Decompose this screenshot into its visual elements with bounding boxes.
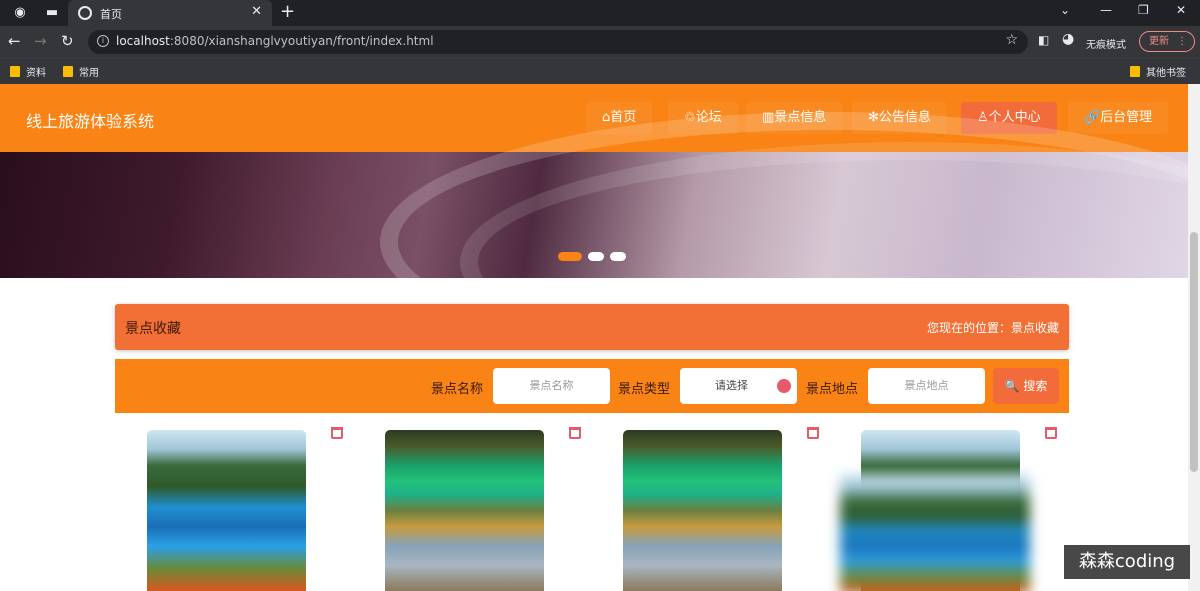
attraction-image[interactable] xyxy=(147,430,306,591)
type-select[interactable]: 请选择 xyxy=(680,368,797,404)
reload-icon[interactable]: ↻ xyxy=(61,32,74,50)
folder-icon xyxy=(1130,66,1140,77)
banner-carousel[interactable] xyxy=(0,112,1188,382)
browser-tabstrip: ◉ ▬ 首页 ✕ + ⌄ — ❐ ✕ xyxy=(0,0,1200,26)
search-button[interactable]: 🔍 搜索 xyxy=(993,368,1059,404)
page-viewport: 线上旅游体验系统 ⌂首页 ♲论坛 ▥景点信息 ✻公告信息 ♙个人中心 🔗后台管理… xyxy=(0,84,1188,591)
restore-icon[interactable]: ❐ xyxy=(1138,3,1149,17)
site-title: 线上旅游体验系统 xyxy=(26,112,155,131)
name-label: 景点名称 xyxy=(431,382,484,397)
close-window-icon[interactable]: ✕ xyxy=(1176,3,1186,17)
carousel-dot-active[interactable] xyxy=(558,252,582,261)
bookmarks-bar: 资料 常用 其他书签 xyxy=(0,58,1200,84)
tab-close-icon[interactable]: ✕ xyxy=(251,4,262,19)
minimize-icon[interactable]: — xyxy=(1100,3,1112,17)
scrollbar-thumb[interactable] xyxy=(1190,232,1198,472)
bookmark-star-icon[interactable]: ☆ xyxy=(1005,32,1018,48)
breadcrumb-bar: 景点收藏 您现在的位置：景点收藏 xyxy=(115,304,1069,350)
tab-title: 首页 xyxy=(100,8,122,21)
attraction-image[interactable] xyxy=(623,430,782,591)
incognito-label: 无痕模式 xyxy=(1086,40,1126,51)
place-label: 景点地点 xyxy=(806,382,859,397)
folder-icon xyxy=(10,66,20,77)
page-title: 景点收藏 xyxy=(125,321,181,337)
place-input[interactable]: 景点地点 xyxy=(868,368,985,404)
window-icon[interactable]: ▬ xyxy=(44,5,60,21)
incognito-icon: ◕ xyxy=(1062,31,1075,47)
other-bookmarks[interactable]: 其他书签 xyxy=(1130,64,1186,79)
trash-icon[interactable] xyxy=(807,427,819,439)
bookmark-folder[interactable]: 常用 xyxy=(63,64,99,79)
browser-tab[interactable]: 首页 ✕ xyxy=(68,0,272,26)
attraction-image[interactable] xyxy=(385,430,544,591)
folder-icon xyxy=(63,66,73,77)
name-input[interactable]: 景点名称 xyxy=(493,368,610,404)
trash-icon[interactable] xyxy=(1045,427,1057,439)
carousel-dot[interactable] xyxy=(588,252,604,261)
search-bar: 景点名称 景点名称 景点类型 请选择 景点地点 景点地点 🔍 搜索 xyxy=(115,359,1069,413)
forward-icon[interactable]: → xyxy=(34,32,47,50)
type-select-value: 请选择 xyxy=(715,379,748,392)
back-icon[interactable]: ← xyxy=(8,32,21,50)
nav-admin[interactable]: 🔗后台管理 xyxy=(1068,102,1169,134)
address-bar[interactable]: i localhost:8080/xianshanglvyoutiyan/fro… xyxy=(88,30,1028,54)
trash-icon[interactable] xyxy=(569,427,581,439)
globe-icon[interactable]: ◉ xyxy=(12,5,28,21)
menu-icon: ⋮ xyxy=(1177,36,1187,47)
carousel-dot[interactable] xyxy=(610,252,626,261)
new-tab-icon[interactable]: + xyxy=(280,1,295,22)
site-info-icon[interactable]: i xyxy=(97,35,109,47)
bookmark-folder[interactable]: 资料 xyxy=(10,64,46,79)
sidepanel-icon[interactable]: ◧ xyxy=(1038,33,1049,47)
chevron-down-icon[interactable] xyxy=(777,379,791,393)
blurred-overlay xyxy=(840,474,1030,591)
tab-search-icon[interactable]: ⌄ xyxy=(1060,3,1070,17)
type-label: 景点类型 xyxy=(618,382,671,397)
breadcrumb: 您现在的位置：景点收藏 xyxy=(926,321,1059,335)
address-url[interactable]: localhost:8080/xianshanglvyoutiyan/front… xyxy=(116,34,434,48)
watermark: 森森coding xyxy=(1064,545,1190,579)
tab-favicon-icon xyxy=(78,6,92,20)
trash-icon[interactable] xyxy=(331,427,343,439)
update-button[interactable]: 更新 ⋮ xyxy=(1139,31,1195,52)
